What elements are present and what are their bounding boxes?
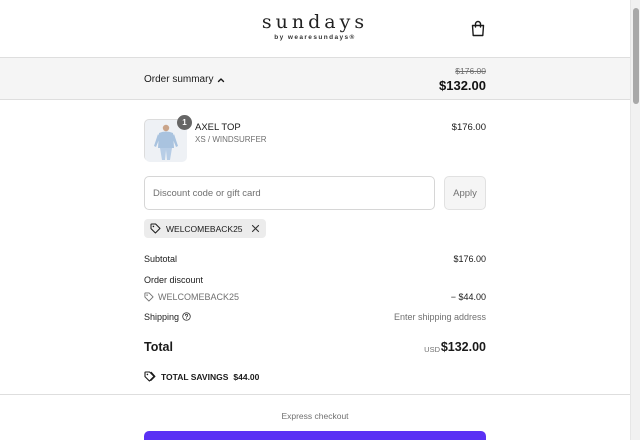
order-discount-code: WELCOMEBACK25 (144, 292, 239, 302)
section-divider (0, 394, 630, 395)
summary-total: $132.00 (439, 78, 486, 93)
order-summary-label: Order summary (144, 74, 214, 85)
tag-icon (150, 223, 161, 234)
order-summary-bar: Order summary $176.00 $132.00 (0, 58, 630, 100)
shipping-label: Shipping (144, 312, 180, 322)
apply-discount-button[interactable]: Apply (444, 176, 486, 210)
total-label: Total (144, 340, 173, 354)
applied-discount-chip: WELCOMEBACK25 (144, 219, 266, 238)
scrollbar-thumb[interactable] (633, 8, 639, 104)
total-savings-label: TOTAL SAVINGS (161, 371, 229, 382)
order-discount-code-text: WELCOMEBACK25 (158, 292, 240, 302)
quantity-badge: 1 (177, 115, 192, 130)
original-total: $176.00 (455, 66, 486, 76)
total-currency: USD (424, 345, 440, 354)
total-value: $132.00 (440, 340, 486, 354)
page-scrollbar[interactable] (630, 0, 640, 440)
order-summary-toggle[interactable]: Order summary (144, 74, 225, 85)
product-price: $176.00 (451, 122, 486, 133)
total-savings-value: $44.00 (233, 371, 260, 382)
chevron-up-icon (218, 77, 225, 82)
brand-tagline: by wearesundays® (274, 34, 356, 41)
subtotal-value: $176.00 (453, 254, 486, 264)
close-icon[interactable] (251, 224, 260, 233)
discount-code-input[interactable] (144, 176, 435, 210)
shipping-value: Enter shipping address (393, 312, 486, 322)
brand-wordmark: sundays (261, 11, 369, 33)
express-pay-button[interactable] (144, 431, 486, 440)
shipping-label-group: Shipping (144, 312, 191, 322)
checkout-header: sundays by wearesundays® (0, 0, 630, 58)
express-checkout-label: Express checkout (281, 411, 349, 421)
subtotal-label: Subtotal (144, 254, 178, 264)
applied-discount-code: WELCOMEBACK25 (166, 223, 243, 234)
total-savings: TOTAL SAVINGS $44.00 (144, 371, 259, 382)
order-discount-value: − $44.00 (450, 292, 486, 302)
tag-icon (144, 292, 154, 302)
product-name: AXEL TOP (195, 122, 241, 133)
brand-logo[interactable]: sundays by wearesundays® (0, 12, 630, 41)
shopping-bag-icon[interactable] (470, 20, 486, 37)
product-thumbnail: 1 (144, 115, 192, 162)
product-variant: XS / WINDSURFER (195, 135, 267, 144)
tag-icon (144, 371, 156, 382)
order-discount-label: Order discount (144, 275, 204, 285)
help-circle-icon[interactable] (182, 312, 191, 321)
